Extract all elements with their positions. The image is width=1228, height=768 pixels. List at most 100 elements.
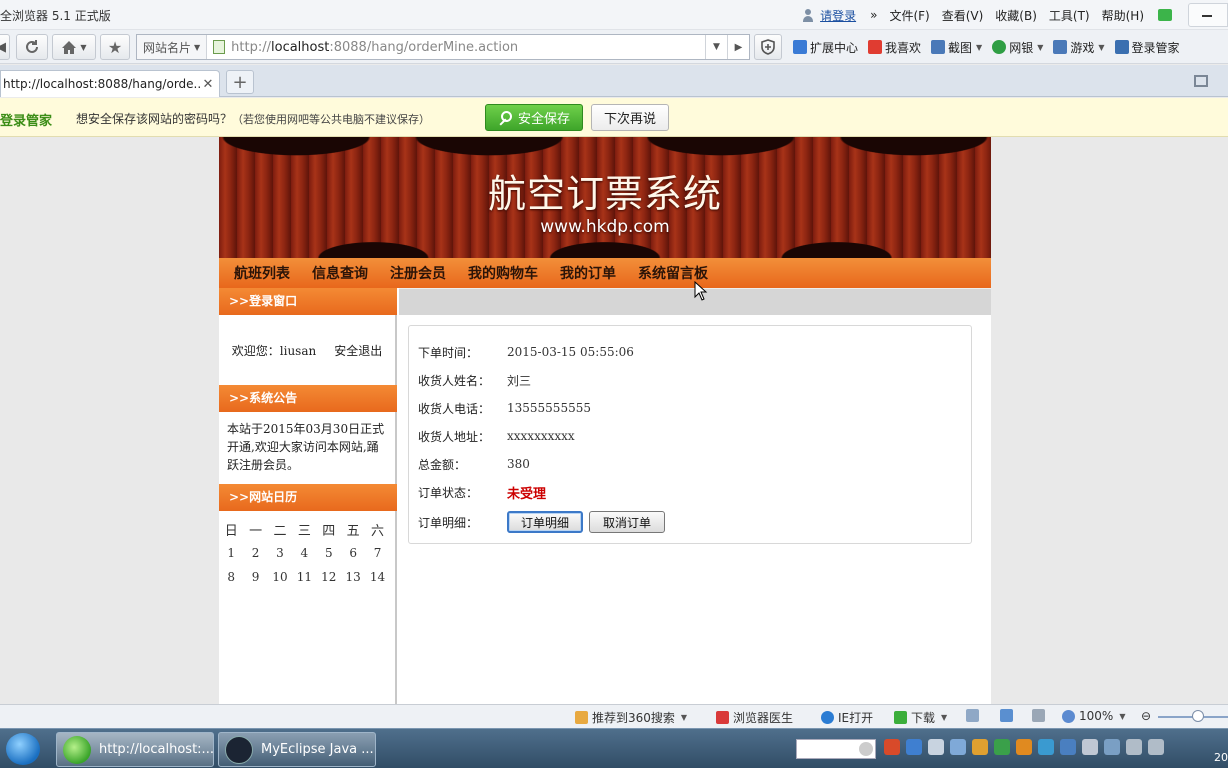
- tray-app-icon[interactable]: [994, 739, 1010, 755]
- download-icon: [894, 711, 907, 724]
- weekday: 五: [341, 520, 365, 539]
- cancel-order-button[interactable]: 取消订单: [589, 511, 665, 533]
- user-icon: [802, 9, 814, 22]
- volume-icon[interactable]: [1148, 739, 1164, 755]
- shield-status-icon[interactable]: [1000, 709, 1017, 722]
- menu-file[interactable]: 文件(F): [883, 7, 935, 24]
- refresh-icon: [24, 39, 40, 55]
- zoom-slider-thumb[interactable]: [1192, 710, 1204, 722]
- back-button[interactable]: ◀: [0, 34, 10, 60]
- menu-favorites[interactable]: 收藏(B): [989, 7, 1043, 24]
- address-dropdown-button[interactable]: ▼: [705, 35, 727, 59]
- page-viewport: 航空订票系统 www.hkdp.com 航班列表 信息查询 注册会员 我的购物车…: [0, 137, 1228, 704]
- tab-title: http://localhost:8088/hang/orde...: [3, 77, 201, 91]
- next-time-button[interactable]: 下次再说: [591, 104, 669, 131]
- toolbar-item-screenshot[interactable]: 截图▼: [926, 39, 987, 56]
- status-badge: 未受理: [507, 483, 546, 502]
- tray-app-icon[interactable]: [884, 739, 900, 755]
- site-title: 航空订票系统: [219, 163, 991, 218]
- download-button[interactable]: 下载▼: [894, 709, 947, 726]
- nav-register[interactable]: 注册会员: [390, 263, 446, 283]
- password-message: 想安全保存该网站的密码吗？（若您使用网吧等公共电脑不建议保存）: [76, 110, 430, 127]
- go-button[interactable]: ▶: [727, 35, 749, 59]
- toolbar-item-bank[interactable]: 网银▼: [987, 39, 1048, 56]
- toolbar-items: 扩展中心 我喜欢 截图▼ 网银▼ 游戏▼ 登录管家: [788, 34, 1185, 60]
- welcome-text: 欢迎您：liusan: [232, 342, 324, 359]
- restore-window-icon[interactable]: [1194, 75, 1208, 87]
- skin-icon[interactable]: [1158, 9, 1172, 21]
- site-banner: 航空订票系统 www.hkdp.com: [219, 137, 991, 258]
- site-nav: 航班列表 信息查询 注册会员 我的购物车 我的订单 系统留言板: [219, 258, 991, 288]
- calendar-day: 2: [243, 546, 267, 560]
- zoom-button[interactable]: 100%▼: [1062, 709, 1125, 723]
- taskbar-myeclipse[interactable]: MyEclipse Java ...: [218, 732, 376, 767]
- nav-my-orders[interactable]: 我的订单: [560, 263, 616, 283]
- volume-icon[interactable]: [1032, 709, 1049, 722]
- bank-icon: [992, 40, 1006, 54]
- password-save-bar: 登录管家 想安全保存该网站的密码吗？（若您使用网吧等公共电脑不建议保存） 安全保…: [0, 98, 1228, 137]
- tray-app-icon[interactable]: [1104, 739, 1120, 755]
- order-detail-button[interactable]: 订单明细: [507, 511, 583, 533]
- chevron-down-icon: ▼: [681, 713, 687, 722]
- menu-help[interactable]: 帮助(H): [1096, 7, 1150, 24]
- weekday: 二: [268, 520, 292, 539]
- new-tab-button[interactable]: +: [226, 70, 254, 94]
- order-field-total: 总金额： 380: [418, 454, 530, 474]
- weekday: 六: [365, 520, 389, 539]
- minimize-button[interactable]: [1188, 3, 1228, 27]
- security-shield-button[interactable]: [754, 34, 782, 60]
- nav-cart[interactable]: 我的购物车: [468, 263, 538, 283]
- calendar-week: 8 9 10 11 12 13 14: [219, 565, 397, 589]
- network-icon[interactable]: [1126, 739, 1142, 755]
- tray-search-input[interactable]: [796, 739, 876, 759]
- tray-app-icon[interactable]: [950, 739, 966, 755]
- toolbar-item-login-manager[interactable]: 登录管家: [1110, 39, 1185, 56]
- tray-app-icon[interactable]: [972, 739, 988, 755]
- main-content: 下单时间： 2015-03-15 05:55:06 收货人姓名： 刘三 收货人电…: [399, 288, 991, 704]
- page-icon: [213, 40, 225, 54]
- tray-app-icon[interactable]: [928, 739, 944, 755]
- tray-app-icon[interactable]: [1082, 739, 1098, 755]
- nav-info-query[interactable]: 信息查询: [312, 263, 368, 283]
- address-bar[interactable]: 网站名片▼ http://localhost:8088/hang/orderMi…: [136, 34, 750, 60]
- calendar-day: 10: [268, 570, 292, 584]
- recommend-360-button[interactable]: 推荐到360搜索▼: [575, 709, 687, 726]
- app-title: 全浏览器 5.1 正式版: [0, 7, 111, 24]
- chevron-down-icon: ▼: [941, 713, 947, 722]
- tray-app-icon[interactable]: [1060, 739, 1076, 755]
- taskbar-browser[interactable]: http://localhost:...: [56, 732, 214, 767]
- clock[interactable]: 20: [1214, 751, 1228, 764]
- url-text[interactable]: http://localhost:8088/hang/orderMine.act…: [231, 40, 705, 55]
- calendar-day: 3: [268, 546, 292, 560]
- tray-app-icon[interactable]: [1016, 739, 1032, 755]
- menu-tools[interactable]: 工具(T): [1043, 7, 1096, 24]
- zoom-out-icon[interactable]: ⊖: [1141, 709, 1151, 723]
- site-url: www.hkdp.com: [219, 217, 991, 237]
- logout-link[interactable]: 安全退出: [334, 342, 382, 359]
- secure-save-button[interactable]: 安全保存: [485, 104, 583, 131]
- double-chevron-icon[interactable]: »: [864, 8, 883, 22]
- tray-app-icon[interactable]: [906, 739, 922, 755]
- home-button[interactable]: ▼: [52, 34, 96, 60]
- start-button[interactable]: [6, 733, 40, 765]
- login-link[interactable]: 请登录: [820, 7, 856, 24]
- browser-doctor-button[interactable]: 浏览器医生: [716, 709, 793, 726]
- nav-flight-list[interactable]: 航班列表: [234, 263, 290, 283]
- tab-current[interactable]: http://localhost:8088/hang/orde... ✕: [0, 70, 220, 97]
- window-icon[interactable]: [966, 709, 983, 722]
- myeclipse-icon: [225, 736, 253, 764]
- ie-open-button[interactable]: IE打开: [821, 709, 873, 726]
- menu-view[interactable]: 查看(V): [936, 7, 990, 24]
- title-menu: 请登录 » 文件(F) 查看(V) 收藏(B) 工具(T) 帮助(H): [802, 0, 1228, 30]
- nav-message-board[interactable]: 系统留言板: [638, 263, 708, 283]
- weekday: 日: [219, 520, 243, 539]
- toolbar-item-game[interactable]: 游戏▼: [1048, 39, 1109, 56]
- refresh-button[interactable]: [16, 34, 48, 60]
- close-icon[interactable]: ✕: [201, 77, 215, 92]
- favorite-star-button[interactable]: ★: [100, 34, 130, 60]
- site-card-button[interactable]: 网站名片▼: [137, 35, 207, 59]
- toolbar-item-extension[interactable]: 扩展中心: [788, 39, 863, 56]
- toolbar-item-like[interactable]: 我喜欢: [863, 39, 926, 56]
- plus-icon: +: [232, 72, 247, 93]
- tray-app-icon[interactable]: [1038, 739, 1054, 755]
